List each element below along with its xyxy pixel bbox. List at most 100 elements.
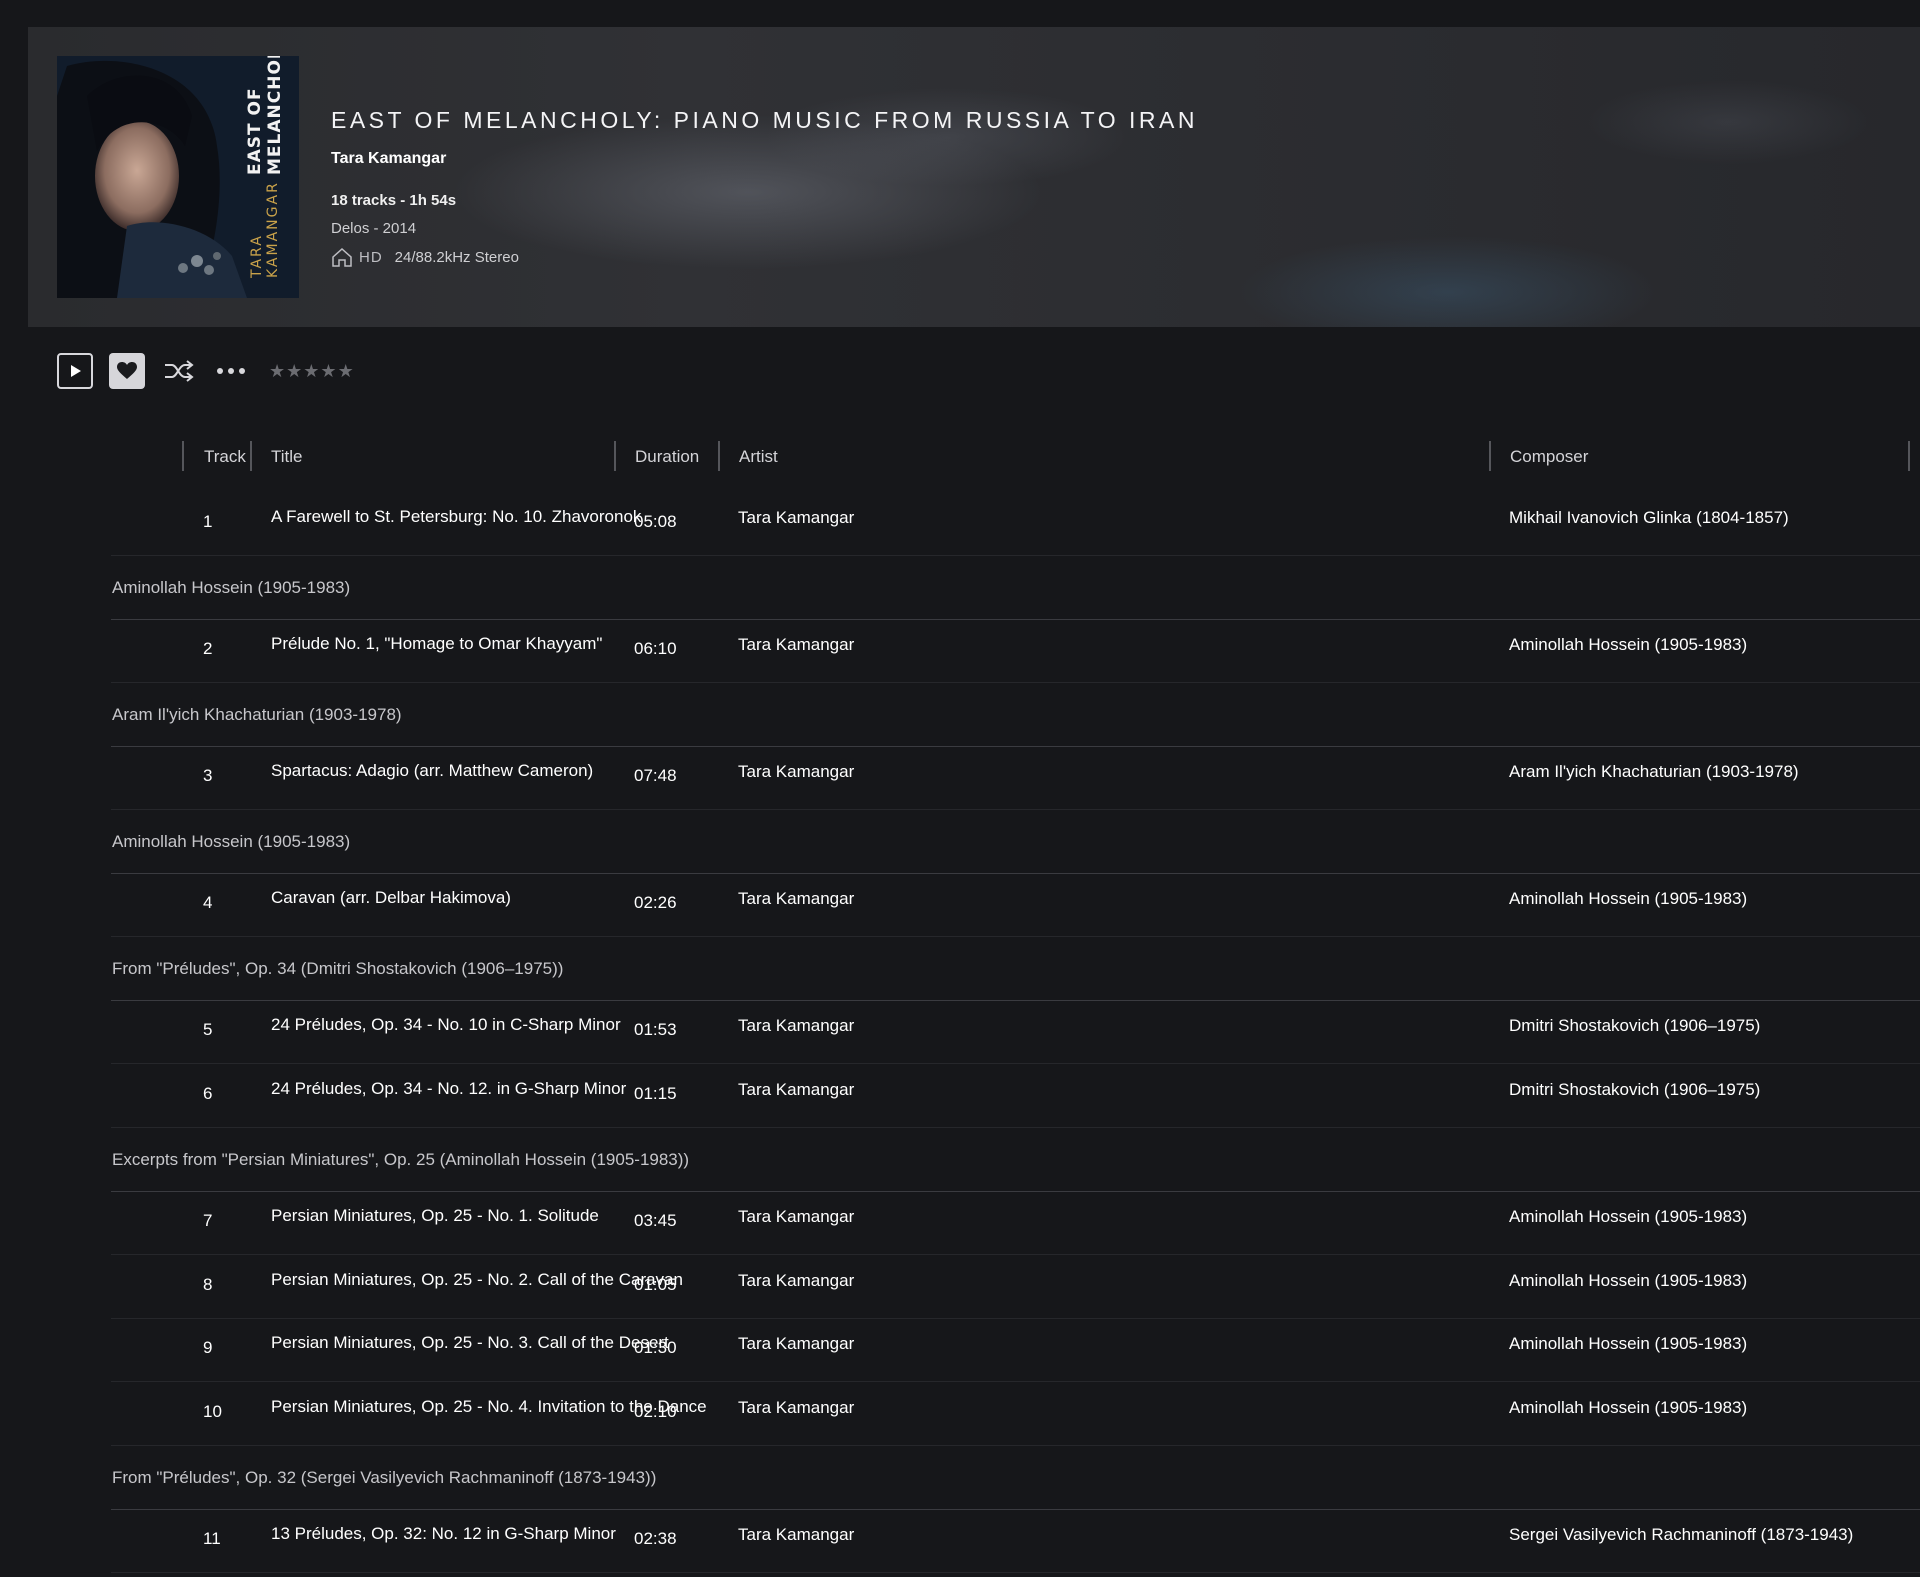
- track-duration: 06:10: [634, 639, 677, 658]
- work-group-header[interactable]: Aminollah Hossein (1905-1983): [111, 810, 1920, 874]
- rating-star-icon[interactable]: ★: [303, 362, 319, 380]
- column-divider[interactable]: [1489, 441, 1491, 471]
- track-artist[interactable]: Tara Kamangar: [738, 1398, 1038, 1418]
- track-artist[interactable]: Tara Kamangar: [738, 762, 1038, 782]
- track-row[interactable]: 9 Persian Miniatures, Op. 25 - No. 3. Ca…: [111, 1318, 1920, 1382]
- track-composer[interactable]: Aminollah Hossein (1905-1983): [1509, 1398, 1920, 1418]
- track-number: 1: [203, 512, 213, 531]
- work-group-header[interactable]: Aminollah Hossein (1905-1983): [111, 556, 1920, 620]
- album-artist-link[interactable]: Tara Kamangar: [331, 150, 1198, 168]
- track-number: 10: [203, 1402, 222, 1421]
- track-artist[interactable]: Tara Kamangar: [738, 1207, 1038, 1227]
- track-number: 2: [203, 639, 213, 658]
- rating-star-icon[interactable]: ★: [286, 362, 302, 380]
- column-divider[interactable]: [250, 441, 252, 471]
- work-group-header[interactable]: From "Préludes", Op. 34 (Dmitri Shostako…: [111, 937, 1920, 1001]
- track-composer[interactable]: Aminollah Hossein (1905-1983): [1509, 1271, 1920, 1291]
- track-duration: 07:48: [634, 766, 677, 785]
- album-cover[interactable]: TARA KAMANGAR EAST OF MELANCHOLY: [57, 56, 299, 298]
- shuffle-icon: [165, 360, 194, 382]
- track-composer[interactable]: Dmitri Shostakovich (1906–1975): [1509, 1080, 1920, 1100]
- track-row[interactable]: 10 Persian Miniatures, Op. 25 - No. 4. I…: [111, 1382, 1920, 1446]
- track-artist[interactable]: Tara Kamangar: [738, 1334, 1038, 1354]
- column-divider[interactable]: [182, 441, 184, 471]
- track-row[interactable]: 1 A Farewell to St. Petersburg: No. 10. …: [111, 492, 1920, 556]
- track-number: 6: [203, 1084, 213, 1103]
- column-divider[interactable]: [718, 441, 720, 471]
- track-composer[interactable]: Dmitri Shostakovich (1906–1975): [1509, 1016, 1920, 1036]
- hd-badge: HD: [359, 248, 383, 266]
- cover-artist-text: TARA KAMANGAR: [249, 181, 281, 278]
- track-composer[interactable]: Aminollah Hossein (1905-1983): [1509, 635, 1920, 655]
- track-number: 11: [203, 1529, 221, 1548]
- rating-star-icon[interactable]: ★: [338, 362, 354, 380]
- rating-star-icon[interactable]: ★: [269, 362, 285, 380]
- shuffle-button[interactable]: [161, 353, 197, 389]
- work-group-label: Aminollah Hossein (1905-1983): [112, 578, 351, 597]
- rating-stars[interactable]: ★ ★ ★ ★ ★: [269, 362, 354, 380]
- track-number: 7: [203, 1211, 213, 1230]
- work-group-label: From "Préludes", Op. 32 (Sergei Vasilyev…: [112, 1468, 657, 1487]
- hd-home-icon: [332, 247, 352, 267]
- track-row[interactable]: 7 Persian Miniatures, Op. 25 - No. 1. So…: [111, 1191, 1920, 1255]
- column-divider[interactable]: [614, 441, 616, 471]
- column-header-title[interactable]: Title: [271, 447, 303, 467]
- track-number: 4: [203, 893, 213, 912]
- work-group-header[interactable]: Excerpts from "Persian Miniatures", Op. …: [111, 1128, 1920, 1192]
- more-icon: [217, 368, 245, 374]
- album-cover-text: TARA KAMANGAR EAST OF MELANCHOLY: [245, 56, 285, 278]
- track-artist[interactable]: Tara Kamangar: [738, 1525, 1038, 1545]
- track-composer[interactable]: Sergei Vasilyevich Rachmaninoff (1873-19…: [1509, 1525, 1920, 1545]
- audio-format: 24/88.2kHz Stereo: [394, 248, 519, 266]
- track-row[interactable]: 8 Persian Miniatures, Op. 25 - No. 2. Ca…: [111, 1255, 1920, 1319]
- track-row[interactable]: 11 13 Préludes, Op. 32: No. 12 in G-Shar…: [111, 1509, 1920, 1573]
- work-group-label: Aminollah Hossein (1905-1983): [112, 832, 351, 851]
- track-artist[interactable]: Tara Kamangar: [738, 1080, 1038, 1100]
- play-button[interactable]: [57, 353, 93, 389]
- track-composer[interactable]: Aminollah Hossein (1905-1983): [1509, 1334, 1920, 1354]
- track-artist[interactable]: Tara Kamangar: [738, 1016, 1038, 1036]
- track-duration: 03:45: [634, 1211, 677, 1230]
- column-header-track[interactable]: Track: [204, 447, 246, 467]
- album-title: EAST OF MELANCHOLY: PIANO MUSIC FROM RUS…: [331, 107, 1198, 133]
- track-number: 3: [203, 766, 213, 785]
- track-row[interactable]: 2 Prélude No. 1, "Homage to Omar Khayyam…: [111, 619, 1920, 683]
- track-composer[interactable]: Aram Il'yich Khachaturian (1903-1978): [1509, 762, 1920, 782]
- play-icon: [71, 365, 81, 377]
- track-number: 5: [203, 1020, 213, 1039]
- track-artist[interactable]: Tara Kamangar: [738, 889, 1038, 909]
- column-header-artist[interactable]: Artist: [739, 447, 778, 467]
- track-composer[interactable]: Aminollah Hossein (1905-1983): [1509, 1207, 1920, 1227]
- work-group-header[interactable]: Aram Il'yich Khachaturian (1903-1978): [111, 683, 1920, 747]
- favorite-button[interactable]: [109, 353, 145, 389]
- track-row[interactable]: 3 Spartacus: Adagio (arr. Matthew Camero…: [111, 746, 1920, 810]
- track-duration: 01:05: [634, 1275, 677, 1294]
- album-info: EAST OF MELANCHOLY: PIANO MUSIC FROM RUS…: [331, 107, 1198, 267]
- track-artist[interactable]: Tara Kamangar: [738, 635, 1038, 655]
- track-row[interactable]: 4 Caravan (arr. Delbar Hakimova) 02:26 T…: [111, 873, 1920, 937]
- track-number: 8: [203, 1275, 213, 1294]
- column-header-composer[interactable]: Composer: [1510, 447, 1588, 467]
- track-duration: 02:38: [634, 1529, 677, 1548]
- more-button[interactable]: [213, 353, 249, 389]
- track-duration: 01:53: [634, 1020, 677, 1039]
- track-composer[interactable]: Aminollah Hossein (1905-1983): [1509, 889, 1920, 909]
- track-artist[interactable]: Tara Kamangar: [738, 1271, 1038, 1291]
- album-toolbar: ★ ★ ★ ★ ★: [57, 351, 354, 391]
- work-group-label: Aram Il'yich Khachaturian (1903-1978): [112, 705, 402, 724]
- album-header: TARA KAMANGAR EAST OF MELANCHOLY EAST OF…: [28, 27, 1920, 327]
- album-quality: HD 24/88.2kHz Stereo: [331, 247, 1198, 267]
- work-group-header[interactable]: From "Préludes", Op. 32 (Sergei Vasilyev…: [111, 1446, 1920, 1510]
- track-composer[interactable]: Mikhail Ivanovich Glinka (1804-1857): [1509, 508, 1920, 528]
- track-row[interactable]: 6 24 Préludes, Op. 34 - No. 12. in G-Sha…: [111, 1064, 1920, 1128]
- track-duration: 02:10: [634, 1402, 677, 1421]
- track-duration: 01:30: [634, 1338, 677, 1357]
- track-artist[interactable]: Tara Kamangar: [738, 508, 1038, 528]
- column-divider[interactable]: [1908, 441, 1910, 471]
- column-header-duration[interactable]: Duration: [635, 447, 699, 467]
- track-duration: 02:26: [634, 893, 677, 912]
- track-row[interactable]: 5 24 Préludes, Op. 34 - No. 10 in C-Shar…: [111, 1000, 1920, 1064]
- rating-star-icon[interactable]: ★: [320, 362, 336, 380]
- track-duration: 05:08: [634, 512, 677, 531]
- cover-title-text: EAST OF MELANCHOLY: [245, 56, 285, 176]
